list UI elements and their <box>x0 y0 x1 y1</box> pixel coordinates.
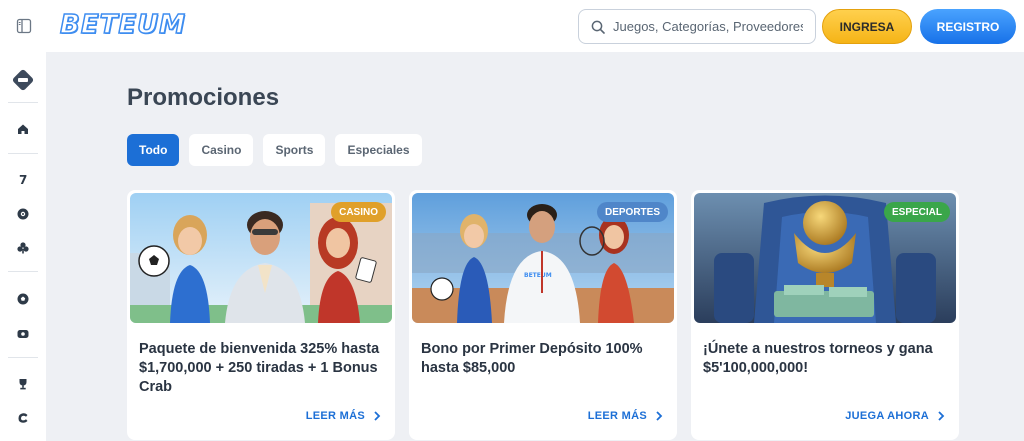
promo-card-casino[interactable]: CASINO Paquete de bienvenida 325% hasta … <box>127 190 395 440</box>
page-title: Promociones <box>127 84 280 111</box>
promo-card-deportes[interactable]: BETEUM DEPORTES Bono por Primer Depósito… <box>409 190 677 440</box>
top-header: BETEUM INGRESA REGISTRO <box>0 0 1024 52</box>
diamond-logo-icon[interactable] <box>10 67 36 93</box>
play-now-link[interactable]: JUEGA AHORA <box>845 410 945 422</box>
read-more-link[interactable]: LEER MÁS <box>306 410 381 422</box>
cta-label: JUEGA AHORA <box>845 410 929 422</box>
promo-tabs: Todo Casino Sports Especiales <box>127 134 422 166</box>
tab-casino[interactable]: Casino <box>189 134 254 166</box>
promo-image-casino: CASINO <box>130 193 392 323</box>
home-icon[interactable] <box>13 119 33 139</box>
promo-title: ¡Únete a nuestros torneos y gana $5'100,… <box>703 341 933 376</box>
category-badge: ESPECIAL <box>883 202 950 222</box>
sidebar-divider <box>8 357 38 358</box>
cta-label: LEER MÁS <box>587 410 647 422</box>
live-video-icon[interactable] <box>13 324 33 344</box>
search-box[interactable] <box>578 9 816 44</box>
search-input[interactable] <box>613 19 803 34</box>
category-badge: CASINO <box>331 202 386 222</box>
promo-title: Bono por Primer Depósito 100% hasta $85,… <box>421 341 643 376</box>
category-badge: DEPORTES <box>596 202 668 222</box>
tab-todo[interactable]: Todo <box>127 134 180 166</box>
promo-card-especial[interactable]: ESPECIAL ¡Únete a nuestros torneos y gan… <box>691 190 959 440</box>
trophy-icon[interactable] <box>13 374 33 394</box>
sidebar-divider <box>8 271 38 272</box>
sidebar-divider <box>8 102 38 103</box>
fast-c-icon[interactable] <box>13 408 33 428</box>
promo-cards: CASINO Paquete de bienvenida 325% hasta … <box>127 190 959 440</box>
slot-seven-icon[interactable]: 7 <box>13 169 33 189</box>
sidebar: 7 <box>0 52 46 441</box>
promo-image-especial: ESPECIAL <box>694 193 956 323</box>
chevron-right-icon <box>656 411 663 421</box>
club-card-icon[interactable] <box>13 238 33 258</box>
promo-title: Paquete de bienvenida 325% hasta $1,700,… <box>139 341 380 395</box>
search-icon <box>591 20 605 34</box>
chevron-right-icon <box>938 411 945 421</box>
page: BETEUM INGRESA REGISTRO 7 <box>0 0 1024 441</box>
read-more-link[interactable]: LEER MÁS <box>588 410 663 422</box>
brand-logo[interactable]: BETEUM <box>59 9 186 41</box>
register-button[interactable]: REGISTRO <box>920 9 1016 44</box>
chevron-right-icon <box>374 411 381 421</box>
sidebar-divider <box>8 153 38 154</box>
cta-label: LEER MÁS <box>305 410 365 422</box>
promo-image-deportes: BETEUM DEPORTES <box>412 193 674 323</box>
sidebar-toggle-icon[interactable] <box>14 16 34 36</box>
svg-text:BETEUM: BETEUM <box>524 272 552 279</box>
svg-text:7: 7 <box>19 173 27 186</box>
tab-sports[interactable]: Sports <box>263 134 326 166</box>
login-button[interactable]: INGRESA <box>822 9 912 44</box>
soccer-ball-icon[interactable] <box>13 289 33 309</box>
roulette-icon[interactable] <box>13 204 33 224</box>
tab-especiales[interactable]: Especiales <box>335 134 422 166</box>
main-content: Promociones Todo Casino Sports Especiale… <box>54 52 1024 441</box>
